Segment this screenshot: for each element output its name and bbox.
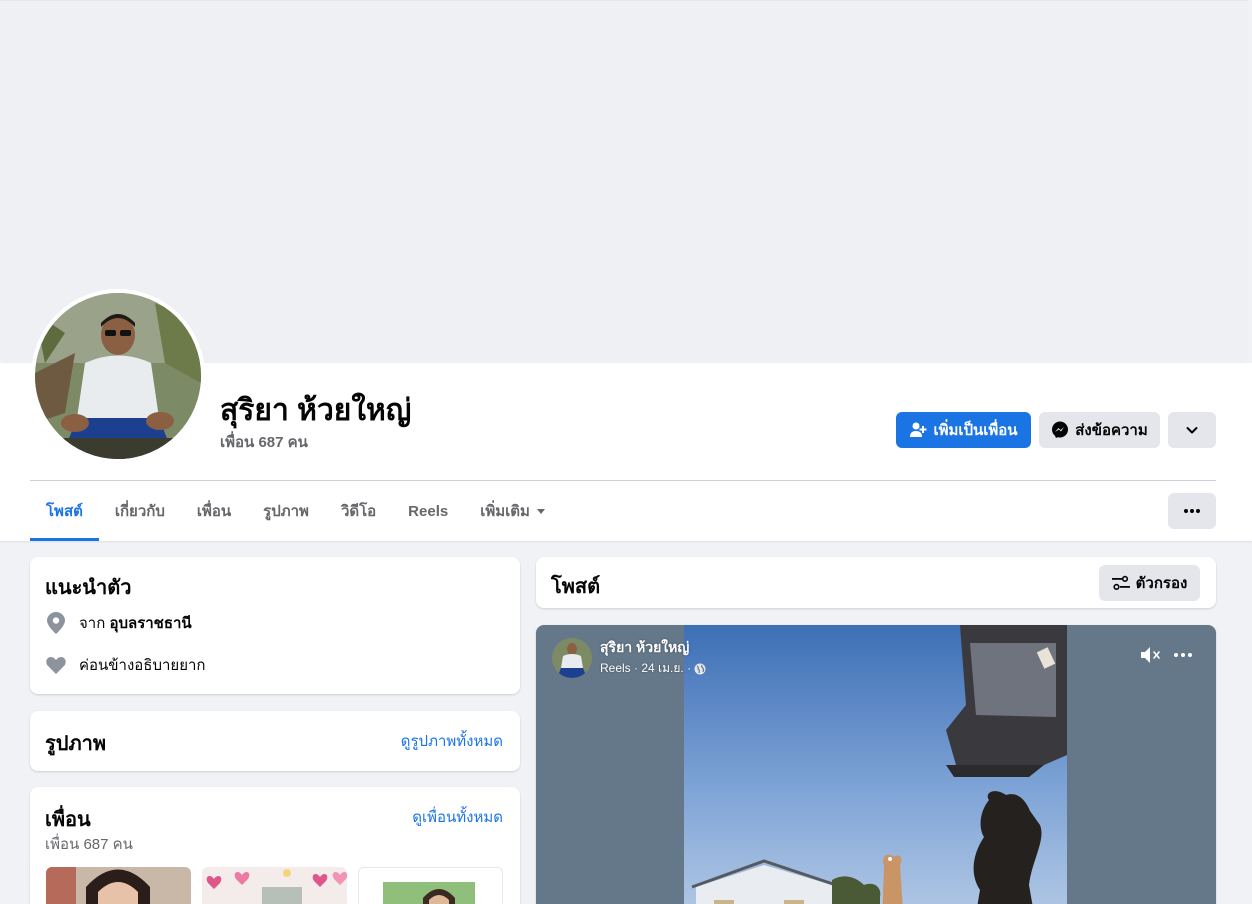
tab-label: โพสต์ [46,503,83,520]
reel-meta: Reels · 24 เม.ย. · [600,659,706,678]
tab-label: เพิ่มเติม [480,503,530,520]
friends-count-text: เพื่อน 687 คน [45,836,133,853]
more-options-button[interactable] [1168,493,1216,529]
tab-videos[interactable]: วิดีโอ [325,481,392,541]
reel-video[interactable] [684,625,1067,904]
profile-photo-image [35,293,201,459]
caret-down-icon [536,506,546,516]
tab-reels[interactable]: Reels [392,481,464,541]
tab-label: เพื่อน [196,503,232,520]
message-button[interactable]: ส่งข้อความ [1039,412,1160,448]
location-pin-icon [45,612,67,634]
photos-title: รูปภาพ [45,733,107,755]
tab-posts[interactable]: โพสต์ [30,481,99,541]
tab-friends[interactable]: เพื่อน [181,481,247,541]
add-friend-icon [909,421,927,439]
filter-button[interactable]: ตัวกรอง [1099,565,1200,601]
friend-thumbnail[interactable] [358,867,503,904]
see-all-photos-link[interactable]: ดูรูปภาพทั้งหมด [401,729,503,753]
reel-meta-text[interactable]: Reels · 24 เม.ย. · [600,659,691,678]
reel-author-name[interactable]: สุริยา ห้วยใหญ่ [600,637,706,659]
tab-label: รูปภาพ [263,503,309,520]
cover-photo[interactable] [0,0,1248,363]
reel-author: สุริยา ห้วยใหญ่ Reels · 24 เม.ย. · [552,637,706,678]
hometown-place-link[interactable]: อุบลราชธานี [109,615,191,632]
mute-icon [1140,645,1162,665]
intro-title: แนะนำตัว [45,577,132,599]
photos-card: รูปภาพ ดูรูปภาพทั้งหมด [30,711,520,771]
heart-icon [45,654,67,676]
globe-icon [694,663,706,675]
add-friend-label: เพิ่มเป็นเพื่อน [933,422,1018,439]
friends-title: เพื่อน [45,809,91,831]
reel-more-button[interactable] [1171,643,1195,667]
hometown-prefix: จาก [79,615,106,632]
more-icon [1184,509,1200,513]
chevron-down-icon [1185,423,1199,437]
reel-author-avatar[interactable] [552,637,592,678]
see-all-friends-link[interactable]: ดูเพื่อนทั้งหมด [412,805,503,829]
relationship-text: ค่อนข้างอธิบายยาก [79,657,206,674]
posts-title: โพสต์ [551,576,601,598]
profile-friends-count[interactable]: เพื่อน 687 คน [220,430,308,454]
intro-hometown: จาก อุบลราชธานี [45,611,192,635]
mute-button[interactable] [1139,643,1163,667]
intro-relationship: ค่อนข้างอธิบายยาก [45,653,206,677]
friend-thumbnail[interactable] [46,867,191,904]
friend-thumbnail[interactable] [202,867,347,904]
filter-label: ตัวกรอง [1135,575,1188,592]
profile-picture[interactable] [31,289,205,463]
message-label: ส่งข้อความ [1075,422,1148,439]
filter-icon [1111,575,1130,591]
messenger-icon [1051,421,1069,439]
add-friend-button[interactable]: เพิ่มเป็นเพื่อน [896,412,1031,448]
profile-name: สุริยา ห้วยใหญ่ [220,394,412,427]
tab-label: วิดีโอ [340,503,377,520]
profile-tabs: โพสต์ เกี่ยวกับ เพื่อน รูปภาพ วิดีโอ Ree… [30,481,562,541]
tab-label: เกี่ยวกับ [114,503,165,520]
more-icon [1174,653,1192,657]
tab-more[interactable]: เพิ่มเติม [464,481,562,541]
profile-options-button[interactable] [1168,412,1216,448]
intro-card: แนะนำตัว จาก อุบลราชธานี ค่อนข้างอธิบายย… [30,557,520,694]
tab-label: Reels [408,502,449,520]
tab-about[interactable]: เกี่ยวกับ [99,481,181,541]
reel-post-card[interactable]: สุริยา ห้วยใหญ่ Reels · 24 เม.ย. · [536,625,1216,904]
tab-photos[interactable]: รูปภาพ [247,481,325,541]
posts-header-card: โพสต์ ตัวกรอง [536,557,1216,608]
